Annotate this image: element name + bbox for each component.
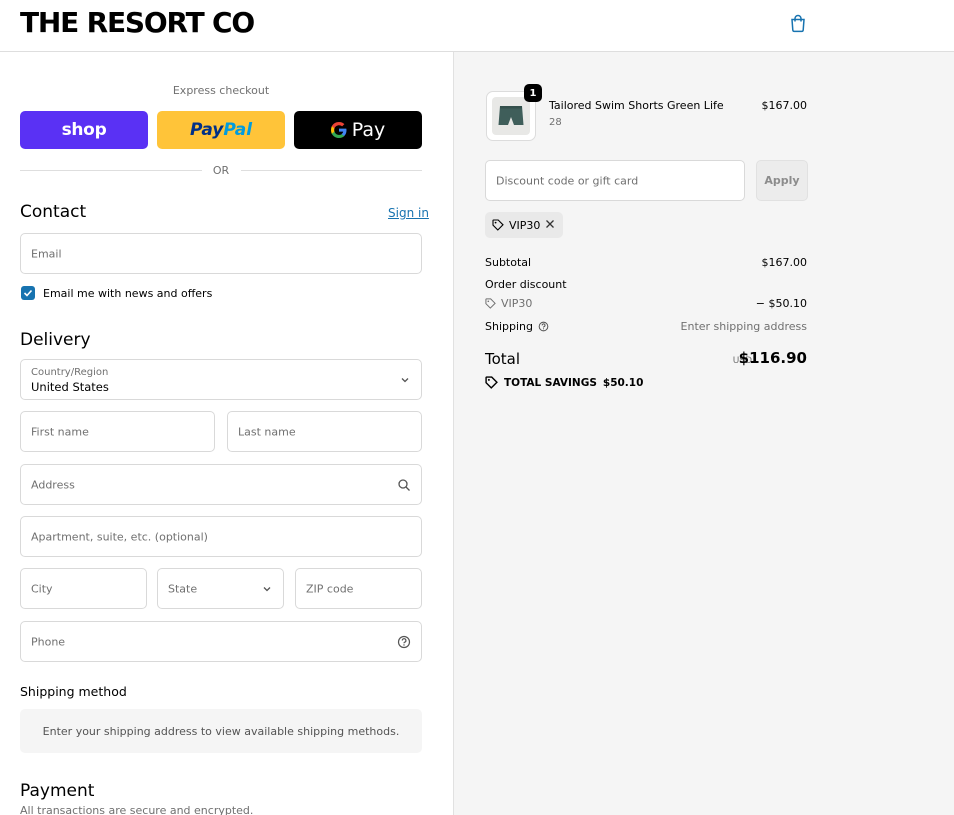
order-discount-label: Order discount	[485, 278, 567, 291]
first-name-field[interactable]: First name	[20, 411, 215, 452]
delivery-heading: Delivery	[20, 330, 91, 350]
apartment-placeholder: Apartment, suite, etc. (optional)	[31, 530, 208, 543]
shipping-method-message: Enter your shipping address to view avai…	[20, 709, 422, 753]
subtotal-value: $167.00	[761, 256, 808, 269]
shipping-value: Enter shipping address	[680, 320, 807, 333]
divider-right	[241, 170, 422, 171]
shop-pay-label: shop	[61, 120, 107, 140]
total-label: Total	[485, 350, 521, 368]
shipping-method-heading: Shipping method	[20, 684, 127, 699]
chevron-down-icon	[263, 586, 271, 591]
total-value: $116.90	[738, 349, 807, 367]
email-field[interactable]: Email	[20, 233, 422, 274]
discount-value: − $50.10	[755, 297, 807, 310]
city-field[interactable]: City	[20, 568, 147, 609]
total-savings: TOTAL SAVINGS $50.10	[485, 376, 643, 389]
remove-discount-icon[interactable]	[544, 218, 556, 230]
chevron-down-icon	[401, 377, 409, 382]
shipping-row: Shipping	[485, 320, 549, 333]
last-name-field[interactable]: Last name	[227, 411, 422, 452]
help-icon[interactable]	[397, 635, 411, 649]
swim-shorts-image	[498, 106, 524, 125]
store-logo[interactable]: THE RESORT CO	[20, 6, 255, 39]
last-name-placeholder: Last name	[238, 425, 296, 438]
zip-placeholder: ZIP code	[306, 582, 354, 595]
sign-in-link[interactable]: Sign in	[388, 206, 429, 220]
discount-code-row: VIP30	[485, 297, 532, 310]
contact-heading: Contact	[20, 202, 87, 222]
order-summary: 1 Tailored Swim Shorts Green Life 28 $16…	[453, 52, 954, 815]
google-pay-label: Pay	[351, 119, 386, 141]
applied-discount-code: VIP30	[509, 218, 541, 232]
shipping-label: Shipping	[485, 320, 533, 333]
express-checkout-label: Express checkout	[172, 84, 270, 97]
country-select[interactable]: Country/Region United States	[20, 359, 422, 400]
newsletter-checkbox[interactable]	[21, 286, 35, 300]
zip-field[interactable]: ZIP code	[295, 568, 422, 609]
applied-discount-chip: VIP30	[485, 212, 563, 238]
phone-placeholder: Phone	[31, 635, 66, 648]
city-placeholder: City	[31, 582, 53, 595]
paypal-label-pal: Pal	[223, 120, 253, 140]
payment-heading: Payment	[20, 781, 95, 801]
paypal-label-pay: Pay	[189, 120, 224, 140]
phone-field[interactable]: Phone	[20, 621, 422, 662]
apply-button[interactable]: Apply	[756, 160, 808, 201]
google-g-icon	[330, 122, 347, 138]
first-name-placeholder: First name	[31, 425, 89, 438]
address-placeholder: Address	[31, 478, 75, 491]
savings-label: TOTAL SAVINGS	[504, 376, 597, 389]
address-field[interactable]: Address	[20, 464, 422, 505]
discount-code-field[interactable]: Discount code or gift card	[485, 160, 745, 201]
state-select[interactable]: State	[157, 568, 284, 609]
tag-icon	[492, 219, 504, 231]
discount-placeholder: Discount code or gift card	[496, 174, 639, 187]
tag-icon	[485, 376, 498, 389]
country-label: Country/Region	[31, 367, 109, 378]
header: THE RESORT CO	[0, 0, 954, 52]
product-name: Tailored Swim Shorts Green Life	[549, 99, 724, 112]
product-price: $167.00	[761, 99, 808, 112]
paypal-button[interactable]: Pay Pal	[157, 111, 285, 149]
shopping-bag-icon[interactable]	[788, 13, 808, 33]
payment-subtitle: All transactions are secure and encrypte…	[20, 804, 254, 815]
email-placeholder: Email	[31, 247, 62, 260]
apartment-field[interactable]: Apartment, suite, etc. (optional)	[20, 516, 422, 557]
quantity-badge: 1	[524, 84, 542, 102]
shop-pay-button[interactable]: shop	[20, 111, 148, 149]
checkmark-icon	[23, 289, 33, 297]
help-icon[interactable]	[538, 321, 549, 332]
tag-icon	[485, 298, 496, 309]
search-icon	[398, 478, 410, 491]
subtotal-label: Subtotal	[485, 256, 532, 269]
product-image	[492, 97, 530, 135]
discount-code-label: VIP30	[501, 297, 533, 310]
checkout-form: Express checkout shop Pay Pal Pay OR Cont…	[0, 52, 453, 815]
country-value: United States	[31, 380, 109, 394]
savings-value: $50.10	[602, 376, 644, 389]
google-pay-button[interactable]: Pay	[294, 111, 422, 149]
state-placeholder: State	[168, 582, 198, 595]
product-variant: 28	[549, 117, 562, 128]
newsletter-label: Email me with news and offers	[43, 287, 213, 300]
